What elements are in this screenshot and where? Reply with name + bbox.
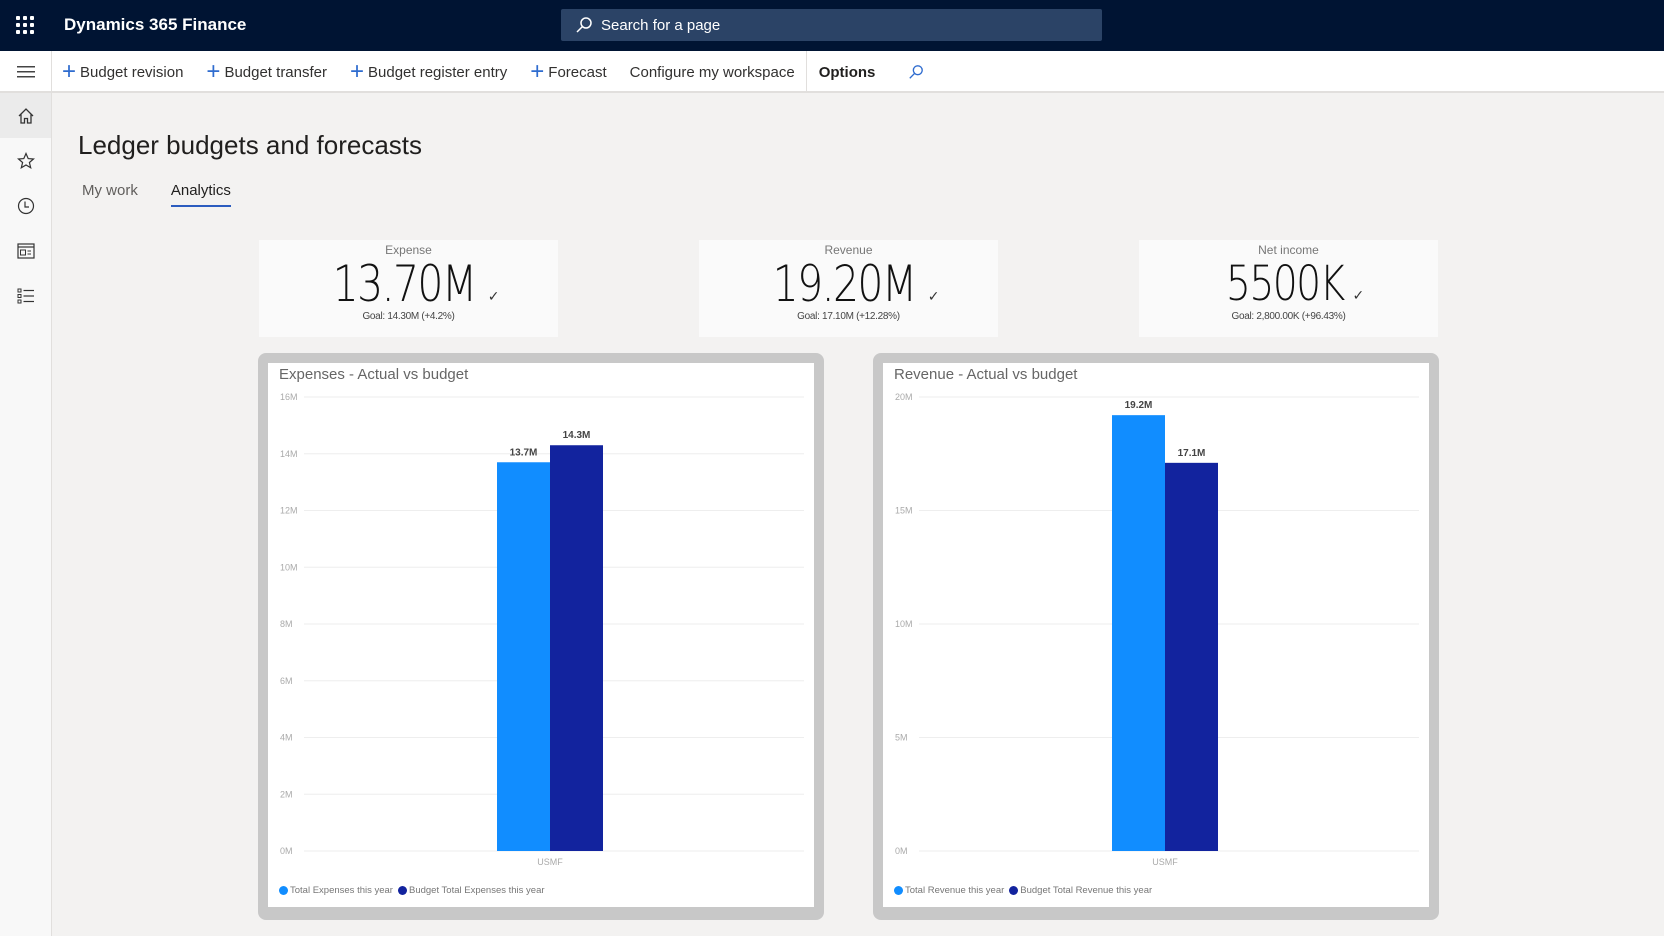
x-tick-label: USMF	[537, 857, 563, 867]
legend-label: Total Revenue this year	[905, 885, 1005, 896]
y-tick-label: 12M	[280, 506, 298, 516]
app-launcher-icon[interactable]	[14, 14, 36, 36]
checkmark-icon: ✓	[927, 288, 940, 304]
y-tick-label: 5M	[895, 733, 908, 743]
y-tick-label: 10M	[280, 562, 298, 572]
command-search-button[interactable]	[908, 64, 924, 80]
page-title: Ledger budgets and forecasts	[78, 130, 423, 160]
top-bar: Dynamics 365 Finance Search for a page	[0, 0, 1664, 51]
revenue-chart: Revenue - Actual vs budget 0M 5M 10M 15M 20M…	[883, 363, 1429, 907]
plus-icon: +	[206, 58, 221, 85]
y-tick-label: 16M	[280, 392, 298, 402]
forecast-button[interactable]: + Forecast	[530, 60, 606, 84]
legend-dot-icon	[397, 886, 407, 895]
kpi-card-expense: Expense 13.70M ✓ Goal: 14.30M (+4.2%)	[259, 240, 558, 337]
revenue-chart-svg: 0M 5M 10M 15M 20M 19.2M 17.1M USMF	[895, 392, 1419, 867]
expenses-chart-tile[interactable]: Expenses - Actual vs budget 0M 2M 4M 6M 8M 10…	[258, 353, 824, 920]
bar-budget	[550, 445, 603, 851]
nav-workspaces[interactable]	[0, 228, 51, 273]
workspace-tabs: My work Analytics	[82, 182, 264, 207]
data-label: 13.7M	[510, 447, 538, 458]
y-tick-label: 2M	[280, 789, 293, 799]
budget-revision-label: Budget revision	[80, 63, 184, 81]
home-icon	[18, 107, 33, 124]
nav-home[interactable]	[0, 93, 51, 138]
page-search-input[interactable]: Search for a page	[561, 9, 1102, 41]
expenses-chart-svg: 0M 2M 4M 6M 8M 10M 12M 14M 16M 13.7M 14.3M USMF	[280, 392, 804, 867]
legend-label: Total Expenses this year	[290, 885, 393, 896]
budget-transfer-label: Budget transfer	[224, 63, 327, 81]
tab-my-work[interactable]: My work	[82, 182, 138, 207]
y-tick-label: 4M	[280, 733, 293, 743]
legend-dot-icon	[894, 886, 903, 895]
budget-register-entry-label: Budget register entry	[368, 63, 508, 81]
hamburger-icon	[16, 66, 35, 78]
search-placeholder: Search for a page	[601, 16, 721, 34]
kpi-value: 5500K	[1225, 256, 1345, 312]
kpi-value: 13.70M	[333, 255, 478, 313]
kpi-value: 19.20M	[773, 255, 918, 313]
y-tick-label: 0M	[895, 846, 908, 856]
chart-legend: Total Expenses this year Budget Total Ex…	[279, 885, 550, 896]
nav-recent[interactable]	[0, 183, 51, 228]
legend-entry-budget[interactable]: Budget Total Expenses this year	[397, 885, 545, 896]
forecast-label: Forecast	[548, 63, 607, 81]
kpi-label: Net income	[1258, 243, 1319, 257]
chart-legend: Total Revenue this year Budget Total Rev…	[894, 885, 1157, 896]
options-button[interactable]: Options	[805, 51, 875, 93]
legend-entry-budget[interactable]: Budget Total Revenue this year	[1009, 885, 1152, 896]
y-tick-label: 20M	[895, 392, 913, 402]
y-tick-label: 10M	[895, 619, 913, 629]
budget-transfer-button[interactable]: + Budget transfer	[206, 60, 327, 84]
data-label: 14.3M	[563, 430, 591, 441]
plus-icon: +	[530, 58, 545, 85]
workspace-icon	[16, 242, 35, 259]
checkmark-icon: ✓	[1352, 287, 1365, 303]
y-tick-label: 0M	[280, 846, 293, 856]
plus-icon: +	[350, 58, 365, 85]
legend-entry-actual[interactable]: Total Expenses this year	[279, 885, 393, 896]
hamburger-menu-button[interactable]	[0, 51, 52, 93]
nav-favorites[interactable]	[0, 138, 51, 183]
budget-register-entry-button[interactable]: + Budget register entry	[350, 60, 507, 84]
checkmark-icon: ✓	[487, 288, 500, 304]
bar-actual	[497, 462, 550, 851]
list-icon	[17, 288, 34, 303]
budget-revision-button[interactable]: + Budget revision	[62, 60, 183, 84]
legend-label: Budget Total Revenue this year	[1020, 885, 1153, 896]
search-icon	[909, 65, 924, 79]
star-icon	[16, 151, 35, 169]
configure-workspace-button[interactable]: Configure my workspace	[630, 64, 795, 81]
kpi-card-revenue: Revenue 19.20M ✓ Goal: 17.10M (+12.28%)	[699, 240, 998, 337]
clock-icon	[17, 197, 34, 214]
app-title[interactable]: Dynamics 365 Finance	[64, 15, 246, 35]
command-bar: + Budget revision + Budget transfer + Budge…	[0, 51, 1664, 93]
kpi-card-net-income: Net income 5500K ✓ Goal: 2,800.00K (+96.4…	[1139, 240, 1438, 337]
tab-analytics[interactable]: Analytics	[170, 182, 231, 207]
bar-budget	[1165, 462, 1218, 851]
legend-dot-icon	[279, 886, 288, 895]
y-tick-label: 14M	[280, 449, 298, 459]
bar-actual	[1112, 415, 1165, 851]
legend-entry-actual[interactable]: Total Revenue this year	[894, 885, 1004, 896]
kpi-goal: Goal: 2,800.00K (+96.43%)	[1231, 311, 1346, 322]
search-icon	[576, 17, 592, 33]
y-tick-label: 6M	[280, 676, 293, 686]
legend-label: Budget Total Expenses this year	[408, 885, 545, 896]
plus-icon: +	[62, 58, 77, 85]
expenses-chart: Expenses - Actual vs budget 0M 2M 4M 6M 8M 10…	[268, 363, 814, 907]
nav-modules[interactable]	[0, 273, 51, 318]
data-label: 19.2M	[1125, 400, 1153, 411]
navigation-pane	[0, 93, 52, 936]
x-tick-label: USMF	[1152, 857, 1178, 867]
revenue-chart-tile[interactable]: Revenue - Actual vs budget 0M 5M 10M 15M 20M…	[873, 353, 1439, 920]
y-tick-label: 8M	[280, 619, 293, 629]
legend-dot-icon	[1009, 886, 1019, 895]
y-tick-label: 15M	[895, 506, 913, 516]
data-label: 17.1M	[1178, 448, 1206, 459]
